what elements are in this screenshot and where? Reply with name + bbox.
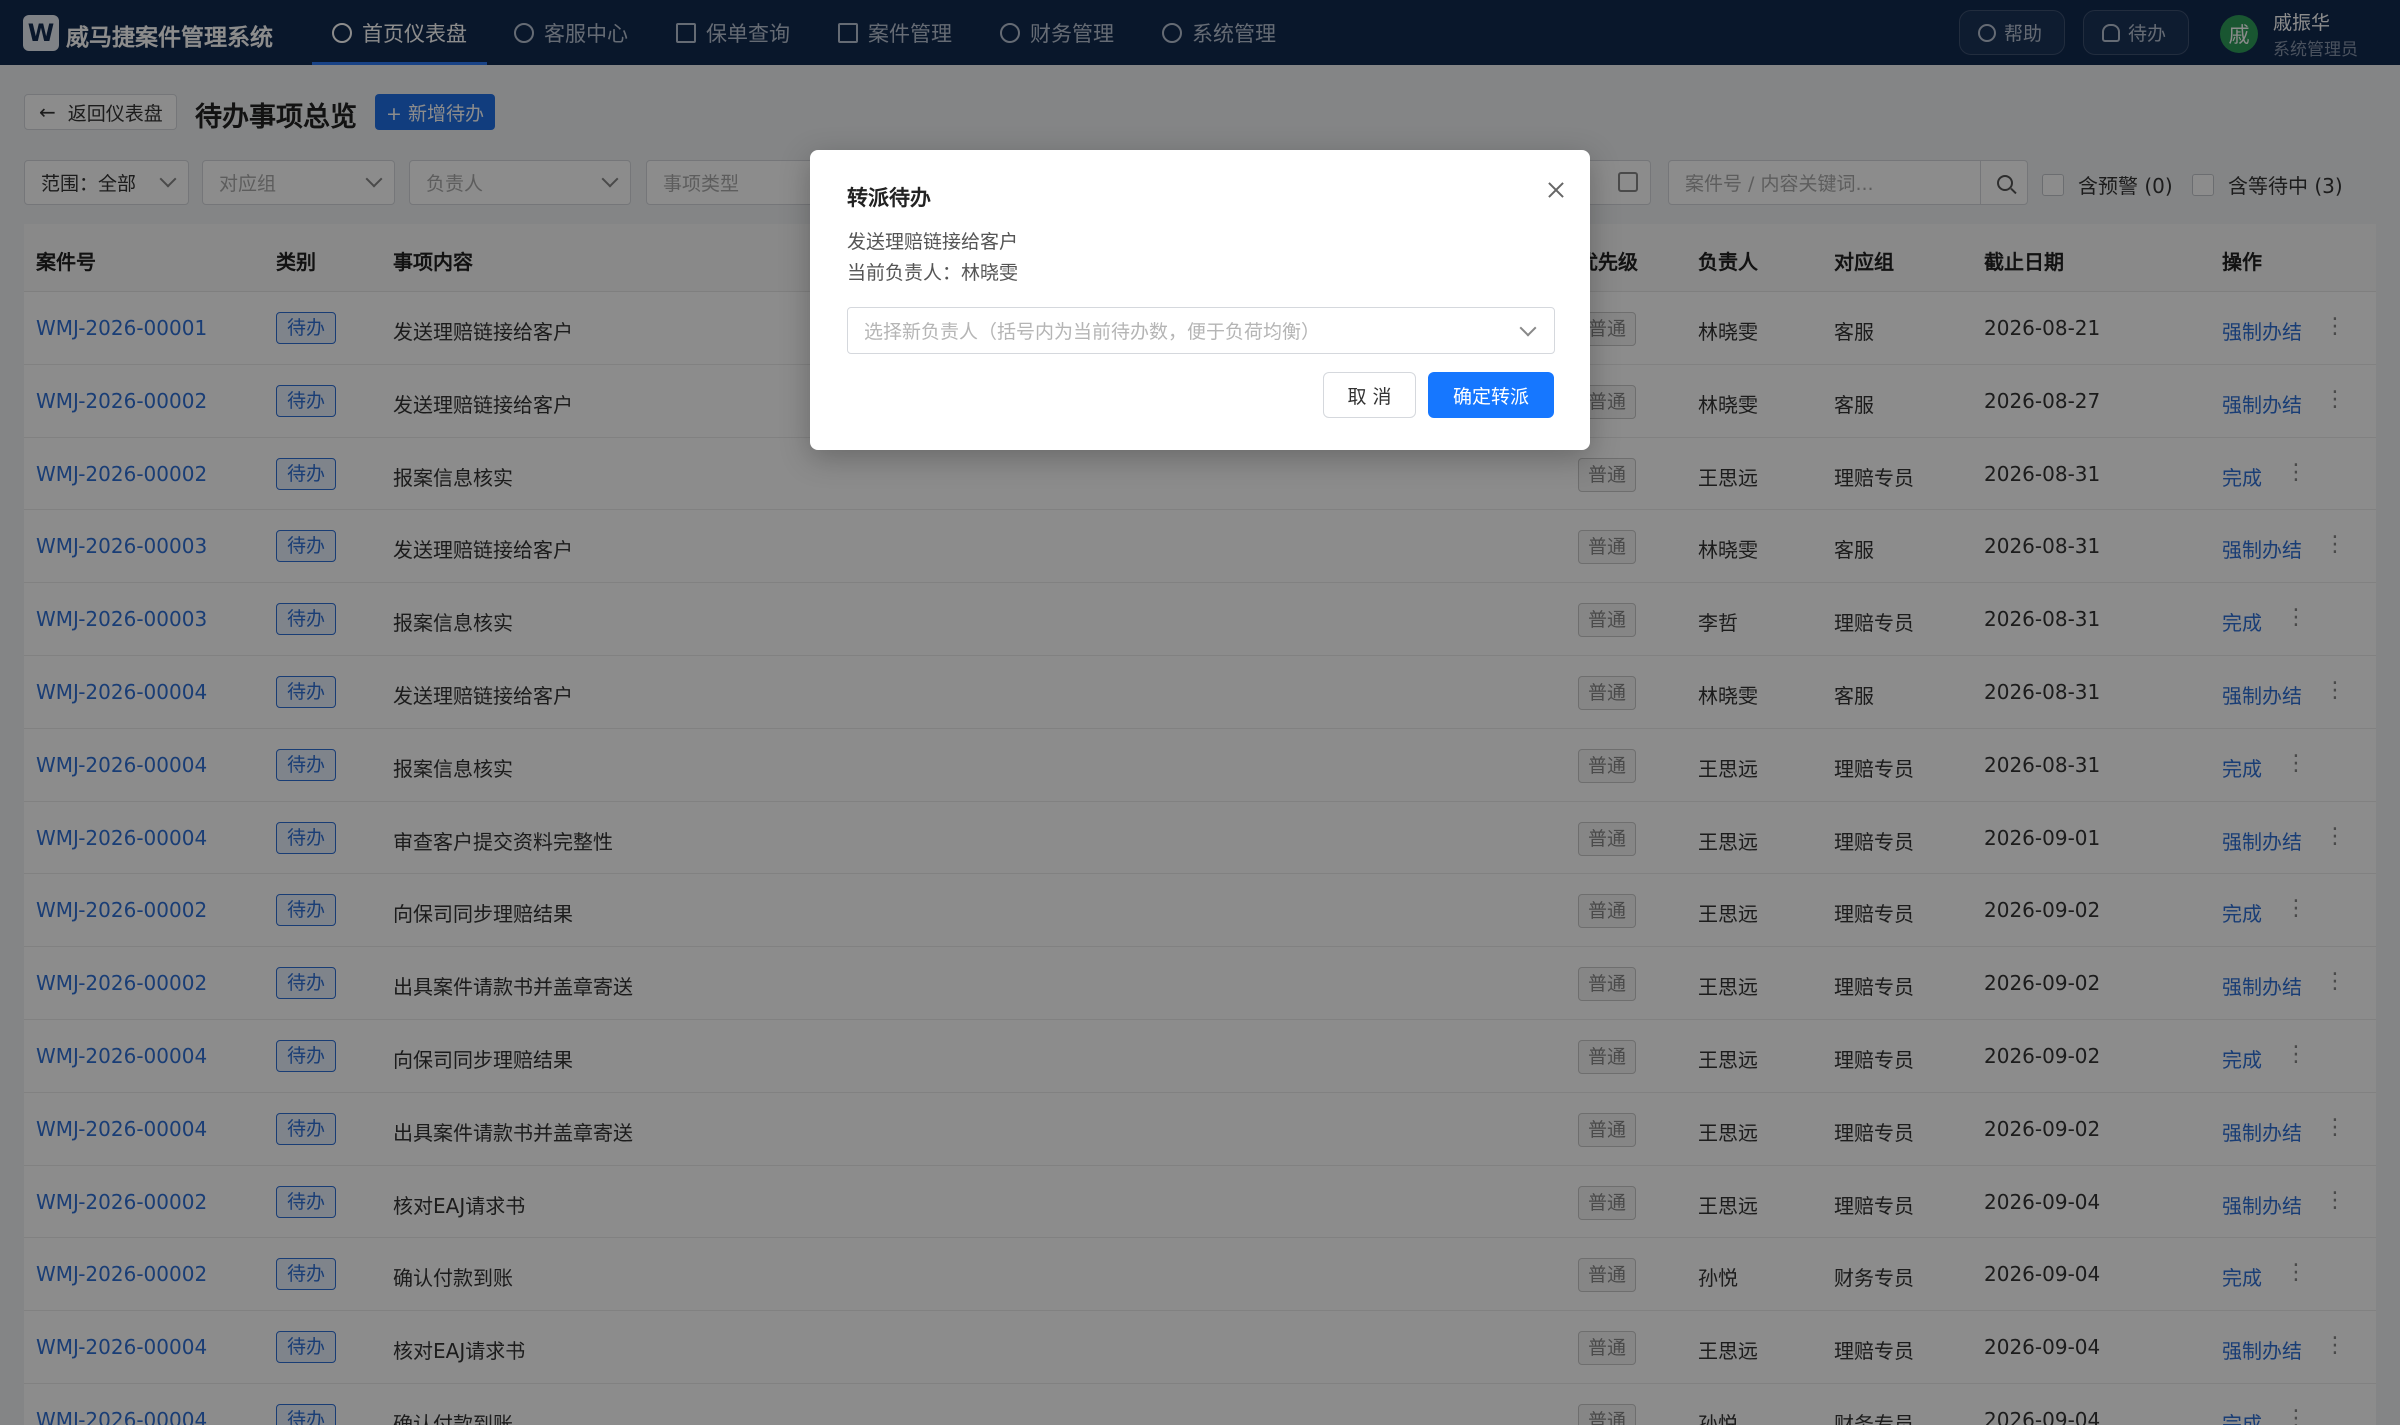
chevron-down-icon (1519, 319, 1537, 337)
close-icon[interactable] (1540, 174, 1572, 206)
modal-title: 转派待办 (847, 186, 931, 210)
confirm-reassign-button[interactable]: 确定转派 (1428, 372, 1554, 418)
modal-current-owner: 当前负责人：林晓雯 (847, 262, 1019, 284)
reassign-modal: 转派待办 发送理赔链接给客户 当前负责人：林晓雯 选择新负责人（括号内为当前待办… (810, 150, 1590, 450)
modal-task: 发送理赔链接给客户 (847, 231, 1019, 253)
new-owner-select[interactable]: 选择新负责人（括号内为当前待办数，便于负荷均衡） (847, 307, 1555, 354)
cancel-button[interactable]: 取 消 (1323, 372, 1416, 418)
